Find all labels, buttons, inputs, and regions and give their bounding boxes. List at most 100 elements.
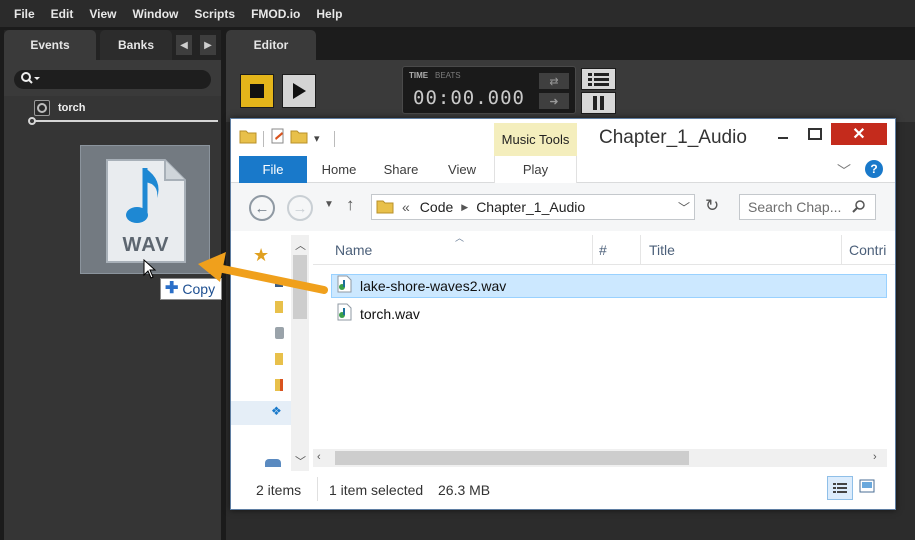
large-icons-view-icon[interactable]	[859, 479, 875, 496]
ribbon-collapse-icon[interactable]: ﹀	[837, 161, 851, 181]
help-icon[interactable]: ?	[865, 160, 883, 178]
file-name: lake-shore-waves2.wav	[360, 278, 507, 294]
audio-file-icon	[336, 303, 352, 326]
explorer-titlebar: ▾ Music Tools Chapter_1_Audio ✕	[231, 119, 895, 156]
column-title[interactable]: Title	[649, 242, 675, 258]
event-icon	[34, 100, 50, 116]
time-label: TIME	[409, 71, 429, 80]
menu-edit[interactable]: Edit	[51, 7, 74, 21]
drag-arrow-icon	[198, 252, 328, 294]
menu-window[interactable]: Window	[132, 7, 178, 21]
status-separator	[317, 477, 318, 501]
transport-bar: TIME BEATS 00:00.000 ⇄ ➜	[226, 60, 915, 122]
tab-banks[interactable]: Banks	[100, 30, 172, 60]
loop-toggle-icon[interactable]: ⇄	[539, 73, 569, 89]
play-button[interactable]	[282, 74, 316, 108]
menu-file[interactable]: File	[14, 7, 35, 21]
wav-file-icon: WAV	[105, 158, 187, 264]
plus-icon: ✚	[165, 280, 179, 297]
address-folder-icon	[376, 198, 394, 217]
file-row-torch[interactable]: torch.wav	[331, 302, 887, 326]
address-bar[interactable]: « Code ▶ Chapter_1_Audio ﹀	[371, 194, 695, 220]
tab-scroll-right-icon[interactable]: ▶	[200, 35, 216, 55]
events-search-input[interactable]	[14, 70, 211, 89]
network-icon[interactable]	[265, 459, 281, 467]
breadcrumb-overflow[interactable]: «	[402, 199, 410, 215]
play-icon	[293, 83, 306, 99]
column-separator[interactable]	[592, 235, 593, 265]
event-item-torch[interactable]: torch	[34, 100, 86, 116]
close-icon[interactable]: ✕	[831, 123, 887, 145]
list-view-icon[interactable]	[581, 68, 616, 90]
breadcrumb-separator-icon[interactable]: ▶	[461, 202, 468, 213]
ribbon-tab-play[interactable]: Play	[494, 156, 577, 183]
status-item-count: 2 items	[256, 482, 302, 498]
scroll-down-icon[interactable]: ﹀	[295, 453, 306, 469]
dropbox-icon: ❖	[271, 404, 282, 418]
scroll-right-icon[interactable]: ›	[873, 451, 877, 463]
stop-button[interactable]	[240, 74, 274, 108]
music-tools-tab[interactable]: Music Tools	[494, 123, 577, 156]
ribbon-tab-home[interactable]: Home	[315, 156, 363, 183]
menu-fmodio[interactable]: FMOD.io	[251, 7, 300, 21]
customize-qat-icon[interactable]: ▾	[314, 132, 320, 145]
scroll-left-icon[interactable]: ‹	[317, 451, 321, 463]
tab-events[interactable]: Events	[4, 30, 96, 60]
details-view-icon[interactable]	[827, 476, 853, 500]
folder-icon	[239, 128, 257, 149]
ribbon-tab-view[interactable]: View	[441, 156, 483, 183]
back-icon[interactable]: ←	[249, 195, 275, 221]
breadcrumb-code[interactable]: Code	[420, 199, 453, 215]
minimize-icon[interactable]	[769, 123, 797, 145]
breadcrumb-current[interactable]: Chapter_1_Audio	[476, 199, 585, 215]
beats-label[interactable]: BEATS	[435, 71, 461, 80]
audio-file-icon	[336, 275, 352, 298]
ribbon-tab-file[interactable]: File	[239, 156, 307, 183]
status-bar: 2 items 1 item selected 26.3 MB	[231, 471, 895, 509]
search-icon	[20, 71, 42, 88]
event-label: torch	[58, 102, 86, 114]
menu-view[interactable]: View	[89, 7, 116, 21]
column-separator[interactable]	[841, 235, 842, 265]
pause-icon[interactable]	[581, 92, 616, 114]
nav-folder-icon[interactable]	[275, 301, 283, 313]
tab-editor[interactable]: Editor	[226, 30, 316, 60]
ribbon-tab-share[interactable]: Share	[379, 156, 423, 183]
explorer-window: ▾ Music Tools Chapter_1_Audio ✕ File Hom…	[230, 118, 896, 510]
up-icon[interactable]: ↑	[346, 195, 355, 215]
column-contributing[interactable]: Contri	[849, 242, 886, 258]
file-row-lake-shore-waves2[interactable]: lake-shore-waves2.wav	[331, 274, 887, 298]
pictures-icon[interactable]	[275, 379, 283, 391]
status-selection: 1 item selected	[329, 482, 424, 498]
menu-help[interactable]: Help	[316, 7, 342, 21]
refresh-icon[interactable]: ↻	[705, 196, 719, 216]
time-display: TIME BEATS 00:00.000 ⇄ ➜	[402, 66, 576, 114]
column-separator[interactable]	[640, 235, 641, 265]
computer-icon[interactable]	[275, 327, 284, 339]
maximize-icon[interactable]	[801, 123, 829, 145]
nav-item-selected[interactable]: ❖	[231, 401, 291, 425]
editor-tab-row: Editor	[226, 30, 915, 60]
recent-locations-icon[interactable]: ▼	[324, 199, 334, 210]
sort-indicator-icon: ︿	[455, 233, 465, 243]
window-title: Chapter_1_Audio	[599, 127, 747, 148]
search-icon	[852, 199, 866, 216]
time-value: 00:00.000	[413, 87, 525, 109]
horizontal-scroll-thumb[interactable]	[335, 451, 689, 465]
new-folder-icon[interactable]	[290, 128, 308, 149]
properties-icon[interactable]	[270, 128, 286, 149]
quick-access-toolbar: ▾	[239, 128, 335, 149]
follow-toggle-icon[interactable]: ➜	[539, 93, 569, 109]
drop-insertion-marker	[28, 117, 36, 125]
search-input[interactable]: Search Chap...	[739, 194, 876, 220]
horizontal-scrollbar[interactable]: ‹ ›	[313, 449, 887, 467]
address-dropdown-icon[interactable]: ﹀	[678, 199, 690, 216]
forward-icon[interactable]: →	[287, 195, 313, 221]
tab-scroll-left-icon[interactable]: ◀	[176, 35, 192, 55]
stop-icon	[250, 84, 264, 98]
libraries-icon[interactable]	[275, 353, 283, 365]
menu-bar: File Edit View Window Scripts FMOD.io He…	[0, 0, 915, 27]
menu-scripts[interactable]: Scripts	[194, 7, 235, 21]
column-name[interactable]: Name	[335, 242, 372, 258]
column-number[interactable]: #	[599, 242, 607, 258]
